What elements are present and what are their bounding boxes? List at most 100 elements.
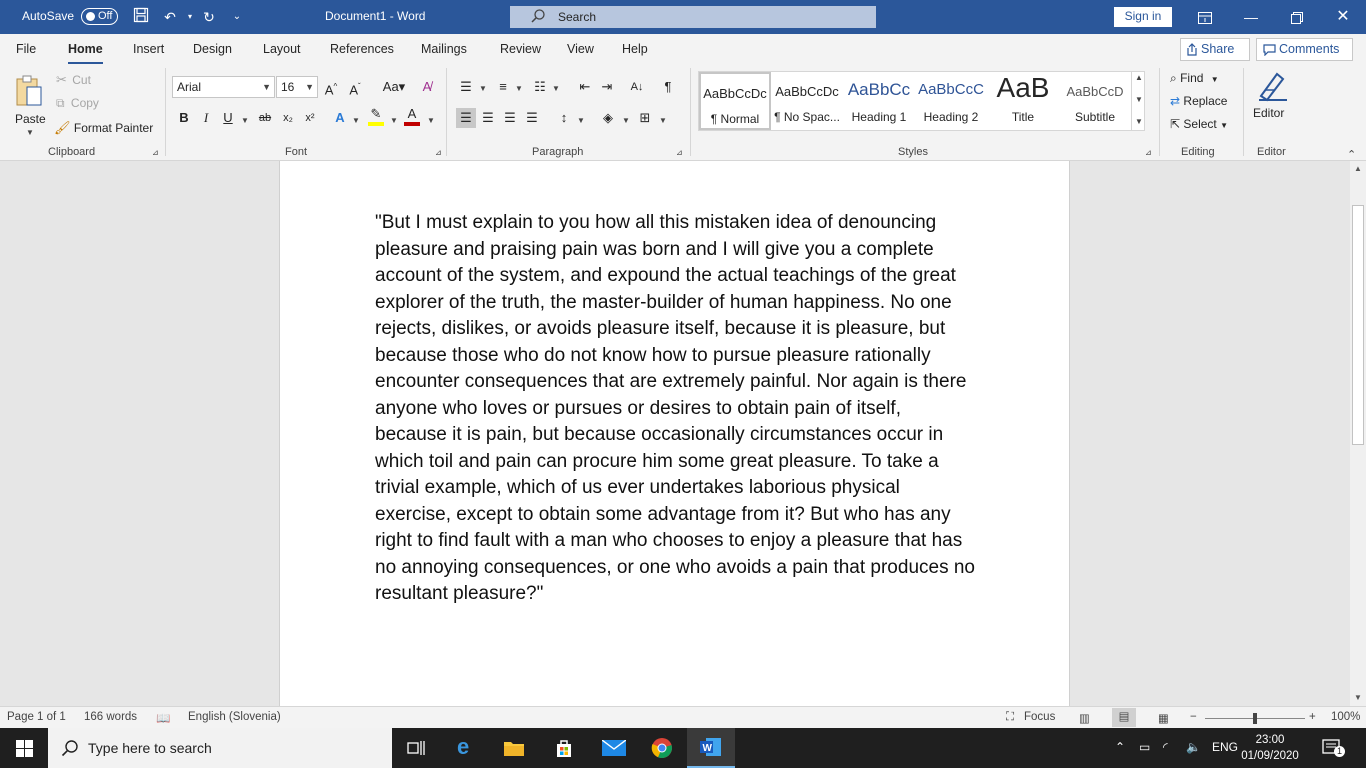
increase-indent-icon[interactable]: ⇥ bbox=[597, 77, 617, 97]
tab-help[interactable]: Help bbox=[622, 42, 648, 56]
tab-insert[interactable]: Insert bbox=[133, 42, 164, 56]
tab-review[interactable]: Review bbox=[500, 42, 541, 56]
grow-font-icon[interactable]: A^ bbox=[321, 77, 341, 97]
multilevel-list-icon[interactable]: ☷ bbox=[530, 77, 550, 97]
ribbon-display-options-icon[interactable] bbox=[1182, 0, 1228, 34]
battery-icon[interactable]: ▭ bbox=[1139, 740, 1150, 754]
style-subtitle[interactable]: AaBbCcD Subtitle bbox=[1059, 72, 1131, 130]
align-left-icon[interactable]: ☰ bbox=[456, 108, 476, 128]
tab-design[interactable]: Design bbox=[193, 42, 232, 56]
chevron-down-icon[interactable]: ▼ bbox=[659, 116, 667, 125]
styles-launcher-icon[interactable]: ⊿ bbox=[1145, 148, 1152, 157]
edge-browser-icon[interactable]: e bbox=[442, 728, 490, 768]
task-view-icon[interactable] bbox=[392, 728, 440, 768]
text-effects-icon[interactable]: A bbox=[330, 108, 350, 128]
show-formatting-marks-icon[interactable]: ¶ bbox=[658, 77, 678, 97]
shading-icon[interactable]: ◈ bbox=[598, 108, 618, 128]
chevron-up-icon[interactable]: ⌃ bbox=[1115, 740, 1125, 754]
font-size-select[interactable]: 16 ▼ bbox=[276, 76, 318, 98]
zoom-level[interactable]: 100% bbox=[1331, 711, 1360, 723]
format-painter-button[interactable]: 🖌 Format Painter bbox=[54, 120, 153, 136]
save-icon[interactable] bbox=[131, 7, 151, 27]
chevron-down-icon[interactable]: ▼ bbox=[479, 84, 487, 93]
collapse-ribbon-icon[interactable]: ⌃ bbox=[1347, 148, 1356, 161]
chevron-down-icon[interactable]: ▼ bbox=[390, 116, 398, 125]
superscript-icon[interactable]: x² bbox=[300, 108, 320, 128]
borders-icon[interactable]: ⊞ bbox=[635, 108, 655, 128]
chevron-down-icon[interactable]: ▼ bbox=[577, 116, 585, 125]
chevron-down-icon[interactable]: ▼ bbox=[427, 116, 435, 125]
microsoft-store-icon[interactable] bbox=[540, 728, 588, 768]
file-explorer-icon[interactable] bbox=[490, 728, 538, 768]
zoom-slider[interactable] bbox=[1205, 713, 1305, 724]
tab-mailings[interactable]: Mailings bbox=[421, 42, 467, 56]
justify-icon[interactable]: ☰ bbox=[522, 108, 542, 128]
chevron-down-icon[interactable]: ▼ bbox=[552, 84, 560, 93]
chevron-down-icon[interactable]: ▼ bbox=[622, 116, 630, 125]
style-heading-1[interactable]: AaBbCc Heading 1 bbox=[843, 72, 915, 130]
chrome-icon[interactable] bbox=[638, 728, 686, 768]
input-language[interactable]: ENG bbox=[1212, 740, 1238, 754]
select-button[interactable]: ⇱ Select ▼ bbox=[1170, 117, 1228, 131]
italic-icon[interactable]: I bbox=[196, 108, 216, 128]
search-box[interactable]: Search bbox=[510, 6, 876, 28]
replace-button[interactable]: ⇄ Replace bbox=[1170, 94, 1227, 108]
scroll-down-icon[interactable]: ▼ bbox=[1350, 690, 1366, 706]
decrease-indent-icon[interactable]: ⇤ bbox=[575, 77, 595, 97]
web-layout-icon[interactable]: ▦ bbox=[1158, 711, 1169, 725]
change-case-icon[interactable]: Aa▾ bbox=[380, 77, 408, 97]
font-family-select[interactable]: Arial ▼ bbox=[172, 76, 275, 98]
mail-icon[interactable] bbox=[590, 728, 638, 768]
find-button[interactable]: ⌕ Find ▼ bbox=[1170, 71, 1219, 86]
word-count[interactable]: 166 words bbox=[84, 711, 137, 723]
print-layout-icon[interactable]: ▤ bbox=[1112, 708, 1136, 727]
share-button[interactable]: Share bbox=[1180, 38, 1250, 61]
font-color-icon[interactable]: A bbox=[402, 106, 422, 126]
comments-button[interactable]: Comments bbox=[1256, 38, 1353, 61]
tab-view[interactable]: View bbox=[567, 42, 594, 56]
scroll-up-icon[interactable]: ▲ bbox=[1350, 161, 1366, 177]
paste-button[interactable]: Paste ▼ bbox=[8, 70, 50, 137]
undo-dropdown-icon[interactable]: ▾ bbox=[180, 7, 200, 27]
autosave-toggle[interactable]: Off bbox=[81, 8, 118, 25]
focus-icon[interactable]: ⛶ bbox=[1006, 711, 1014, 724]
tab-home[interactable]: Home bbox=[68, 42, 103, 65]
font-launcher-icon[interactable]: ⊿ bbox=[435, 148, 442, 157]
chevron-down-icon[interactable]: ▼ bbox=[515, 84, 523, 93]
chevron-down-icon[interactable]: ▼ bbox=[241, 116, 249, 125]
vertical-scrollbar[interactable]: ▲ ▼ bbox=[1350, 161, 1366, 706]
language-indicator[interactable]: English (Slovenia) bbox=[188, 711, 281, 723]
wifi-icon[interactable]: ◜ bbox=[1163, 740, 1168, 754]
subscript-icon[interactable]: x₂ bbox=[278, 108, 298, 128]
notifications-icon[interactable]: 1 bbox=[1322, 738, 1345, 758]
scroll-thumb[interactable] bbox=[1352, 205, 1364, 445]
zoom-slider-thumb[interactable] bbox=[1253, 713, 1257, 724]
bold-icon[interactable]: B bbox=[174, 108, 194, 128]
clipboard-launcher-icon[interactable]: ⊿ bbox=[152, 148, 159, 157]
page-count[interactable]: Page 1 of 1 bbox=[7, 711, 66, 723]
restore-icon[interactable] bbox=[1274, 0, 1320, 34]
paragraph-launcher-icon[interactable]: ⊿ bbox=[676, 148, 683, 157]
chevron-down-icon[interactable]: ▼ bbox=[1135, 95, 1143, 104]
strikethrough-icon[interactable]: ab bbox=[255, 108, 275, 128]
zoom-out-icon[interactable]: − bbox=[1190, 711, 1197, 723]
minimize-icon[interactable]: — bbox=[1228, 0, 1274, 34]
redo-icon[interactable]: ↻ bbox=[199, 7, 219, 27]
highlight-icon[interactable]: ✎ bbox=[366, 106, 386, 126]
numbering-icon[interactable]: ≡ bbox=[493, 77, 513, 97]
editor-button[interactable]: Editor bbox=[1252, 70, 1294, 130]
sign-in-button[interactable]: Sign in bbox=[1114, 7, 1172, 27]
close-icon[interactable]: ✕ bbox=[1320, 0, 1366, 34]
focus-label[interactable]: Focus bbox=[1024, 711, 1055, 723]
document-body-text[interactable]: "But I must explain to you how all this … bbox=[375, 210, 975, 608]
customize-qat-icon[interactable]: ⌄ bbox=[227, 7, 247, 27]
sort-icon[interactable]: A↓ bbox=[627, 77, 647, 97]
align-right-icon[interactable]: ☰ bbox=[500, 108, 520, 128]
clock[interactable]: 23:00 01/09/2020 bbox=[1240, 732, 1300, 764]
tab-references[interactable]: References bbox=[330, 42, 394, 56]
chevron-up-icon[interactable]: ▲ bbox=[1135, 73, 1143, 82]
start-button[interactable] bbox=[0, 728, 48, 768]
style-normal[interactable]: AaBbCcDc ¶ Normal bbox=[699, 72, 771, 130]
chevron-down-icon[interactable]: ▼ bbox=[352, 116, 360, 125]
proofing-icon[interactable]: 📖 bbox=[156, 711, 170, 725]
